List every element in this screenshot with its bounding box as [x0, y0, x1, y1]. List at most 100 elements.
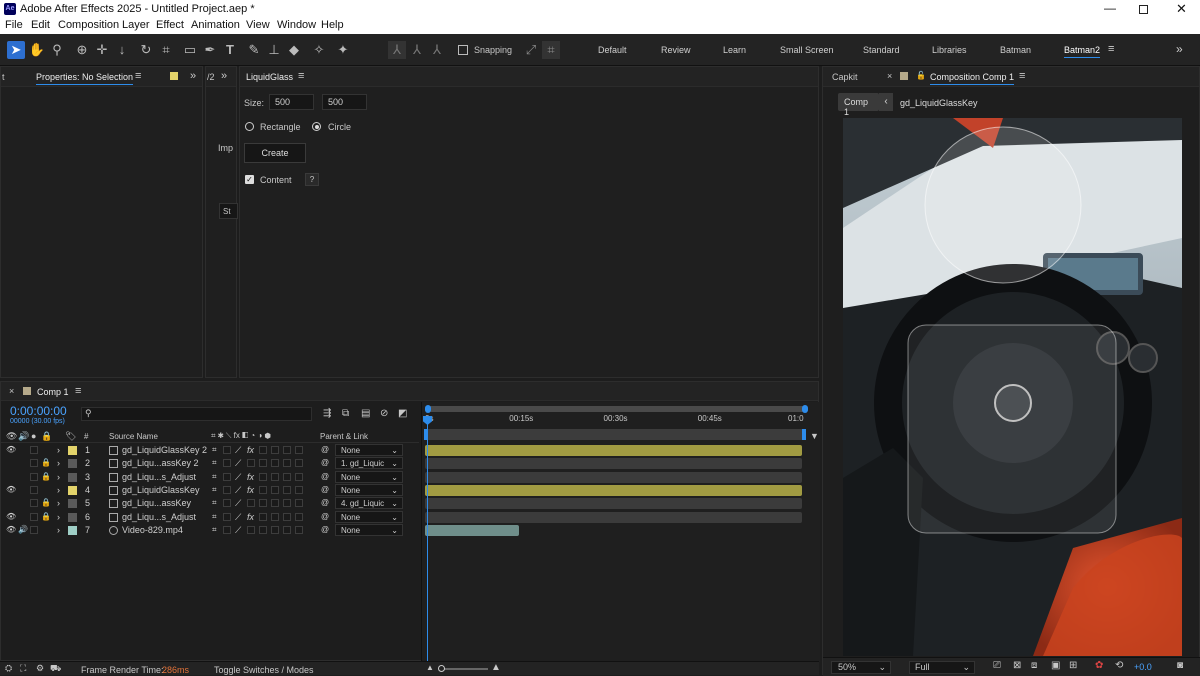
tab-comp1[interactable]: Comp 1 — [37, 387, 69, 397]
breadcrumb-layer[interactable]: gd_LiquidGlassKey — [900, 98, 978, 108]
workspace-default[interactable]: Default — [598, 45, 627, 55]
region-of-interest-icon[interactable]: ▣ — [1051, 660, 1060, 671]
rectangle-tool-icon[interactable]: ▭ — [181, 41, 199, 59]
shy-switch-icon[interactable]: ⌗ — [212, 498, 217, 508]
size-width-input[interactable]: 500 — [269, 94, 314, 110]
collapse-switch[interactable] — [223, 512, 231, 521]
parent-dropdown[interactable]: None ⌄ — [335, 470, 403, 483]
pick-whip-icon[interactable]: @ — [321, 498, 329, 507]
layer-name[interactable]: gd_Liqu...assKey — [122, 498, 191, 508]
frame-blend-switch[interactable] — [259, 485, 267, 494]
snap-edges-icon[interactable]: ⤢ — [522, 41, 540, 59]
parent-dropdown[interactable]: 1. gd_Liquic ⌄ — [335, 457, 403, 470]
pick-whip-icon[interactable]: @ — [321, 445, 329, 454]
clone-stamp-tool-icon[interactable]: ⊥ — [265, 41, 283, 59]
chevron-right-icon[interactable]: › — [57, 458, 60, 468]
visibility-eye-icon[interactable]: 👁 — [6, 512, 16, 521]
quality-switch-icon[interactable]: ⟋ — [235, 485, 241, 496]
menu-file[interactable]: File — [5, 19, 23, 31]
layer-name[interactable]: gd_LiquidGlassKey — [122, 485, 200, 495]
layer-duration-bar[interactable] — [425, 511, 802, 523]
zoom-dropdown[interactable]: 50% ⌄ — [831, 661, 891, 674]
adjustment-switch[interactable] — [283, 446, 291, 454]
parent-link-header[interactable]: Parent & Link — [320, 432, 368, 441]
chevron-right-icon[interactable]: › — [57, 485, 60, 495]
shy-switch-icon[interactable]: ⌗ — [212, 445, 217, 455]
layer-row[interactable]: 🔒 › 2 gd_Liqu...assKey 2 ⌗ ⟋ @1. gd_Liquic ⌄ — [1, 457, 419, 470]
rectangle-radio[interactable] — [245, 122, 254, 131]
workspace-learn[interactable]: Learn — [723, 45, 746, 55]
composition-canvas[interactable] — [843, 118, 1182, 656]
resolution-dropdown[interactable]: Full ⌄ — [909, 661, 975, 674]
shy-switch-icon[interactable]: ⌗ — [212, 525, 217, 535]
tab-properties[interactable]: Properties: No Selection — [36, 72, 134, 85]
solo-toggle[interactable] — [30, 525, 38, 534]
draft-3d-icon[interactable]: ⧉ — [342, 408, 349, 419]
anchor-point-tool-icon[interactable]: ⌗ — [157, 41, 175, 59]
toggle-transparency-icon[interactable]: ⛭ — [5, 663, 12, 674]
layer-label-color[interactable] — [68, 459, 77, 469]
truncated-field[interactable]: St — [219, 203, 238, 219]
layer-label-color[interactable] — [68, 485, 77, 495]
toggle-switches-modes-button[interactable]: Toggle Switches / Modes — [214, 665, 314, 675]
quality-switch-icon[interactable]: ⟋ — [235, 512, 241, 523]
collapse-switch[interactable] — [223, 472, 231, 481]
close-tab-icon[interactable]: × — [9, 386, 14, 396]
adjustment-switch[interactable] — [283, 512, 291, 521]
menu-effect[interactable]: Effect — [156, 19, 184, 31]
transfer-controls-icon[interactable]: ⚙ — [36, 663, 44, 674]
frame-blend-switch[interactable] — [259, 472, 267, 481]
chevron-right-icon[interactable]: › — [57, 498, 60, 508]
layer-row[interactable]: 🔒 › 3 gd_Liqu...s_Adjust ⌗ ⟋ fx @ None ⌄ — [1, 470, 419, 484]
lock-icon[interactable]: 🔒 — [41, 458, 51, 467]
layer-duration-bar[interactable] — [425, 445, 802, 456]
layer-row[interactable]: 👁 › 1 gd_LiquidGlassKey 2 ⌗ ⟋ fx @ None ⌄ — [1, 444, 419, 457]
visibility-eye-icon[interactable]: 👁 — [6, 485, 16, 494]
quality-switch-icon[interactable]: ⟋ — [235, 525, 241, 536]
selection-tool-icon[interactable]: ➤ — [7, 41, 25, 59]
type-tool-icon[interactable]: T — [221, 41, 239, 59]
adjustment-switch[interactable] — [283, 459, 291, 468]
pick-whip-icon[interactable]: @ — [321, 472, 329, 481]
chevron-right-icon[interactable]: › — [57, 512, 60, 522]
solo-toggle[interactable] — [30, 499, 38, 508]
menu-composition[interactable]: Composition — [58, 19, 119, 31]
tab-truncated[interactable]: /2 — [207, 72, 215, 82]
workspace-menu-icon[interactable]: ≡ — [1108, 43, 1114, 55]
work-area-start-handle[interactable] — [425, 405, 431, 413]
circle-radio[interactable] — [312, 122, 321, 131]
roto-brush-tool-icon[interactable]: ✧ — [310, 41, 328, 59]
layer-duration-bar[interactable] — [425, 524, 520, 536]
adjustment-switch[interactable] — [283, 472, 291, 481]
layer-name[interactable]: Video-829.mp4 — [122, 525, 183, 535]
axis-world-icon[interactable]: ⅄ — [408, 41, 426, 59]
graph-editor-icon[interactable]: ◩ — [398, 408, 407, 419]
eraser-tool-icon[interactable]: ◆ — [285, 41, 303, 59]
shy-switch-icon[interactable]: ⌗ — [212, 472, 217, 482]
double-chevron-right-icon[interactable]: » — [1176, 42, 1183, 56]
layer-duration-bar[interactable] — [425, 484, 802, 496]
minimize-icon[interactable]: — — [1104, 1, 1116, 15]
timeline-zoom-handle[interactable] — [438, 665, 445, 672]
frame-blending-icon[interactable]: ⊘ — [380, 408, 388, 419]
truncated-tab[interactable]: t — [2, 72, 5, 82]
panel-menu-icon[interactable]: ≡ — [135, 70, 141, 82]
menu-edit[interactable]: Edit — [31, 19, 50, 31]
adjustment-switch[interactable] — [283, 499, 291, 508]
visibility-eye-icon[interactable]: 👁 — [6, 445, 16, 454]
chevron-left-icon[interactable]: ‹ — [879, 93, 893, 111]
parent-dropdown[interactable]: None ⌄ — [335, 483, 403, 496]
solo-toggle[interactable] — [30, 459, 38, 468]
chevron-right-icon[interactable]: › — [57, 472, 60, 482]
axis-local-icon[interactable]: ⅄ — [388, 41, 406, 59]
time-ruler[interactable]: 0s00:15s00:30s00:45s01:0 — [422, 414, 821, 428]
layer-switches-icon[interactable]: ⛶ — [20, 663, 26, 674]
menu-window[interactable]: Window — [277, 19, 316, 31]
panel-menu-icon[interactable]: ≡ — [1019, 70, 1025, 82]
frame-blend-switch[interactable] — [259, 525, 267, 534]
mask-visibility-icon[interactable]: ⧈ — [1031, 660, 1037, 671]
tab-composition-comp1[interactable]: Composition Comp 1 — [930, 72, 1015, 85]
fast-preview-icon[interactable]: ⎚ — [993, 660, 1001, 671]
maximize-icon[interactable] — [1139, 5, 1148, 14]
workspace-batman2[interactable]: Batman2 — [1064, 45, 1101, 58]
